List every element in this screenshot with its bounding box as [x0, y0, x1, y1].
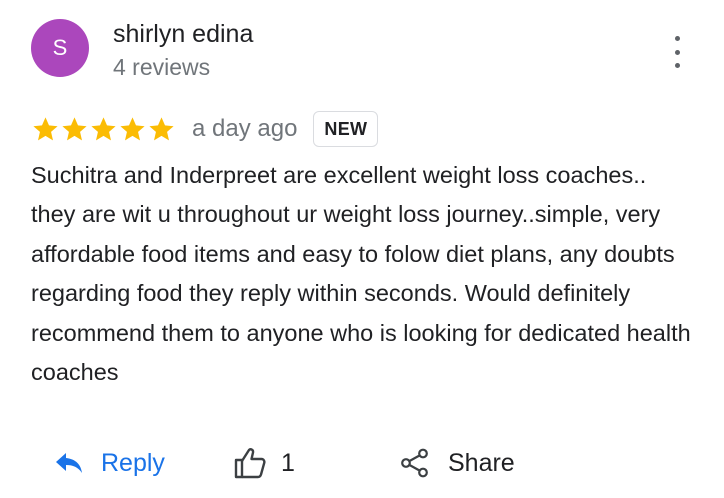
star-rating — [31, 115, 176, 144]
reply-button[interactable]: Reply — [55, 440, 165, 486]
more-dot — [674, 63, 680, 68]
review-text: Suchitra and Inderpreet are excellent we… — [31, 162, 691, 386]
star-icon — [33, 116, 58, 140]
review-card: S shirlyn edina 4 reviews a day ago NEW … — [0, 0, 724, 498]
author-name[interactable]: shirlyn edina — [113, 20, 253, 49]
reply-arrow-icon — [55, 452, 83, 474]
star-icon — [149, 116, 174, 140]
like-count: 1 — [281, 448, 295, 477]
more-vertical-icon[interactable] — [664, 36, 690, 68]
more-dot — [674, 36, 680, 41]
more-dot — [674, 49, 680, 55]
avatar-initial: S — [52, 35, 68, 60]
reply-label: Reply — [101, 448, 165, 477]
star-icon — [120, 116, 145, 140]
new-badge: NEW — [313, 111, 379, 147]
share-label: Share — [448, 448, 515, 477]
share-icon — [400, 448, 430, 478]
review-actions: Reply 1 Share — [0, 440, 724, 486]
review-date: a day ago — [192, 115, 298, 142]
like-button[interactable]: 1 — [233, 440, 295, 486]
author-review-count[interactable]: 4 reviews — [113, 54, 210, 81]
star-icon — [91, 116, 116, 140]
star-icon — [62, 116, 87, 140]
thumbs-up-icon — [233, 447, 267, 479]
rating-row: a day ago NEW — [31, 110, 379, 148]
share-button[interactable]: Share — [400, 440, 515, 486]
avatar[interactable]: S — [31, 19, 89, 77]
